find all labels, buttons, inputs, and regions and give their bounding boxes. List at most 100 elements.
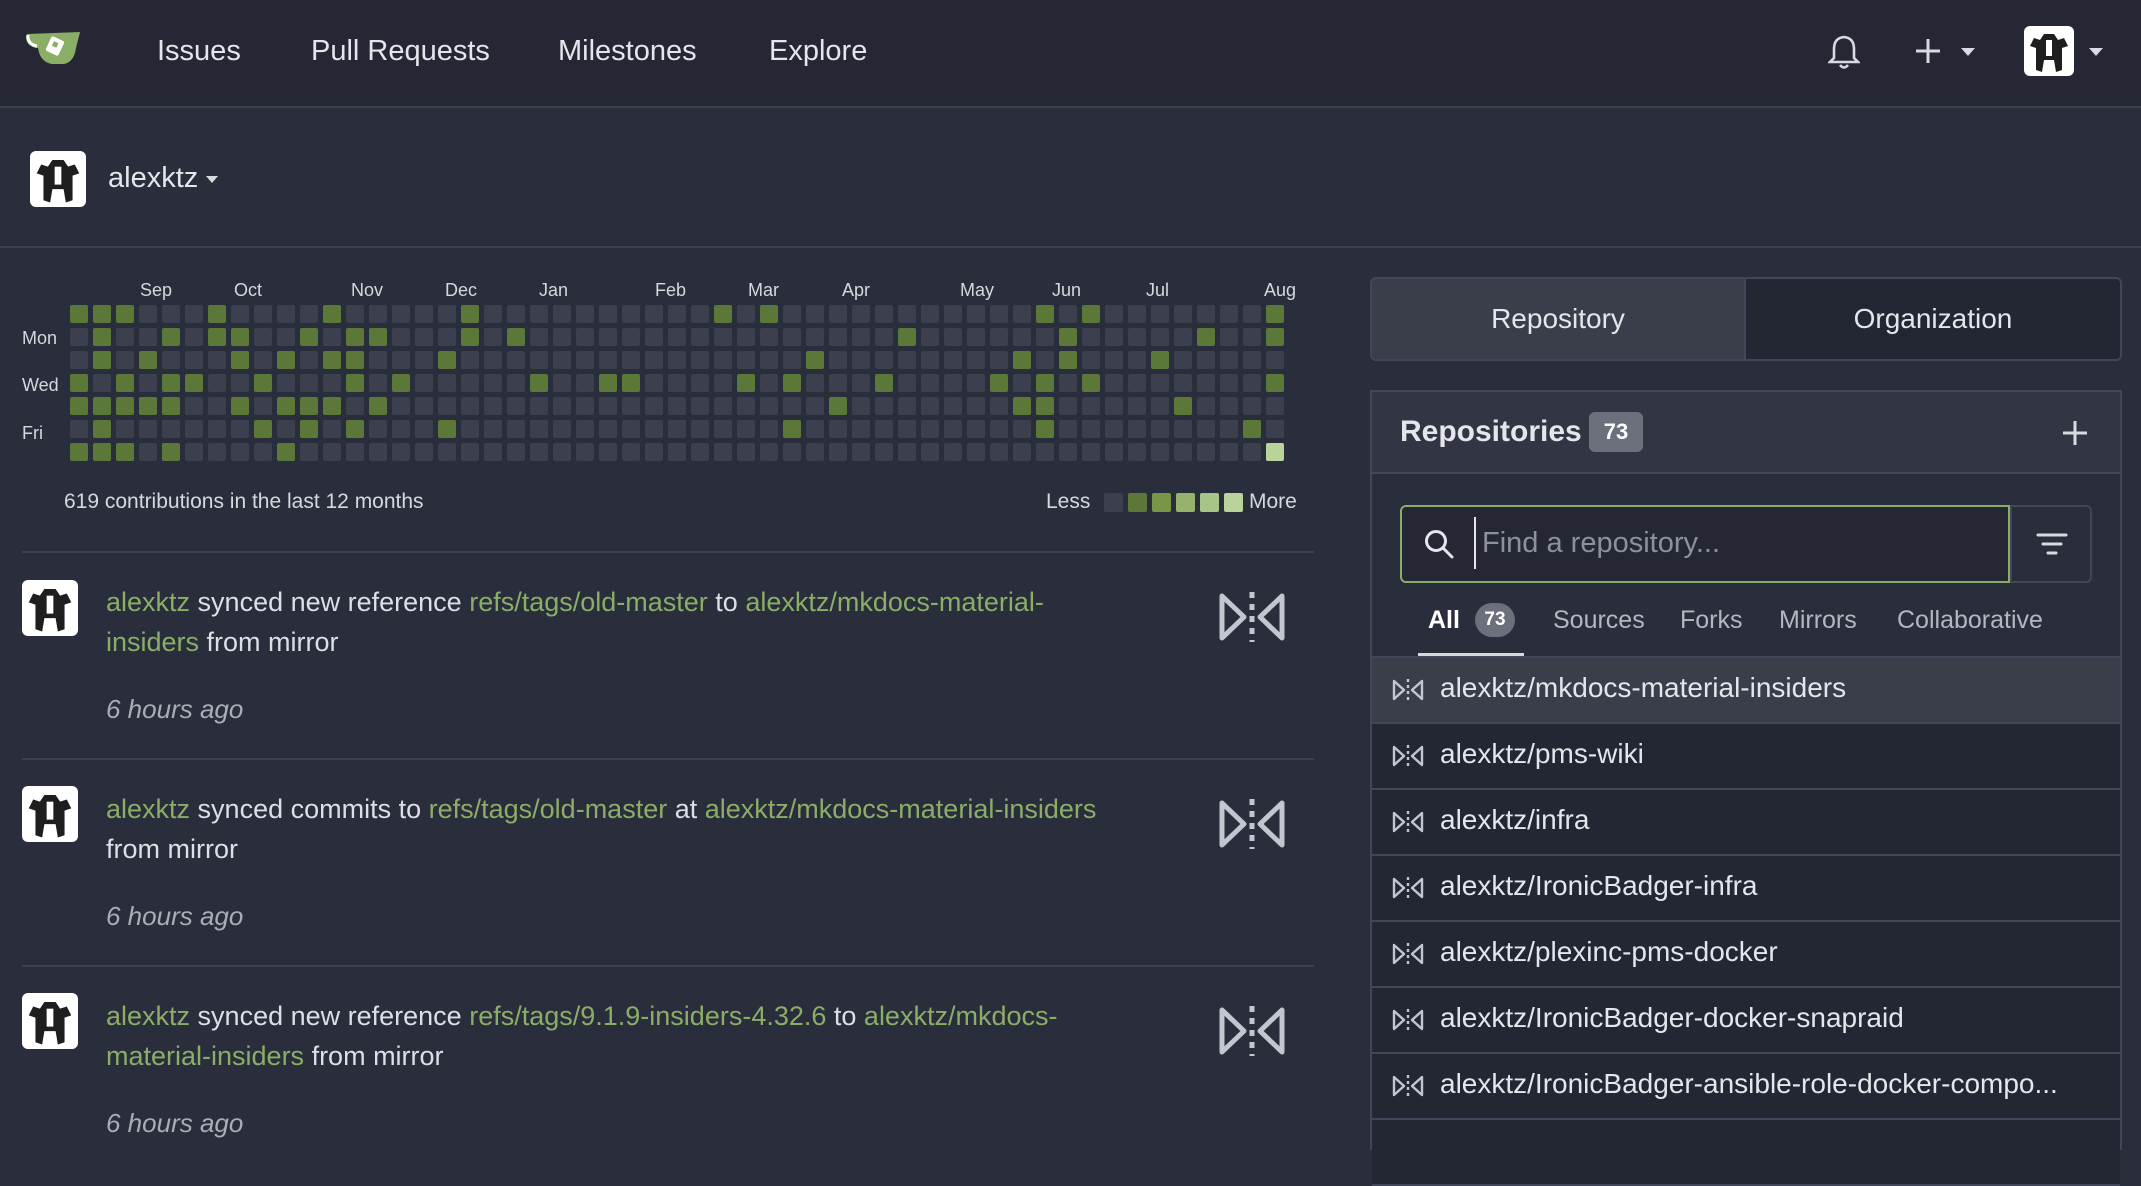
feed-actor-link[interactable]: alexktz — [106, 1001, 190, 1031]
heatmap-cell — [185, 397, 203, 415]
heatmap-cell — [875, 305, 893, 323]
tab-organization[interactable]: Organization — [1744, 277, 2122, 361]
filter-tab-mirrors[interactable]: Mirrors — [1779, 606, 1857, 635]
heatmap-cell — [1174, 374, 1192, 392]
feed-timestamp: 6 hours ago — [106, 901, 244, 931]
filter-tab-all[interactable]: All — [1428, 606, 1460, 635]
heatmap-cell — [1036, 305, 1054, 323]
badger-avatar-icon — [28, 794, 72, 838]
feed-actor-link[interactable]: alexktz — [106, 587, 190, 617]
repo-name-link[interactable]: alexktz/IronicBadger-docker-snapraid — [1440, 1002, 2100, 1034]
repo-list-item[interactable]: alexktz/mkdocs-material-insiders — [1372, 658, 2120, 724]
repo-search-input[interactable] — [1474, 517, 1994, 569]
heatmap-cell — [714, 305, 732, 323]
filter-tab-sources[interactable]: Sources — [1553, 606, 1645, 635]
heatmap-cell — [599, 397, 617, 415]
feed-ref-link[interactable]: refs/tags/old-master — [469, 587, 708, 617]
heatmap-cell — [438, 351, 456, 369]
repo-list-item[interactable]: alexktz/infra — [1372, 790, 2120, 856]
repo-list-item[interactable]: alexktz/pms-wiki — [1372, 724, 2120, 790]
repo-list-item[interactable]: alexktz/IronicBadger-ansible-role-docker… — [1372, 1054, 2120, 1120]
heatmap-cell — [116, 420, 134, 438]
heatmap-cell — [553, 351, 571, 369]
heatmap-cell — [346, 351, 364, 369]
repo-name-link[interactable]: alexktz/mkdocs-material-insiders — [1440, 672, 2100, 704]
feed-repo-link[interactable]: alexktz/mkdocs-material-insiders — [705, 794, 1097, 824]
feed-avatar[interactable] — [22, 786, 78, 842]
context-switcher-username[interactable]: alexktz — [108, 162, 198, 195]
heatmap-cell — [162, 328, 180, 346]
user-avatar[interactable] — [2024, 26, 2074, 76]
repo-name-link[interactable]: alexktz/IronicBadger-infra — [1440, 870, 2100, 902]
bell-icon[interactable] — [1828, 34, 1860, 70]
heatmap-month-label: May — [960, 280, 995, 300]
repo-list-item[interactable]: alexktz/plexinc-pms-docker — [1372, 922, 2120, 988]
heatmap-cell — [806, 397, 824, 415]
heatmap-cell — [737, 443, 755, 461]
heatmap-day-label: Wed — [22, 375, 59, 395]
heatmap-cell — [1197, 305, 1215, 323]
tab-repository[interactable]: Repository — [1370, 277, 1746, 361]
heatmap-cell — [829, 397, 847, 415]
heatmap-cell — [783, 397, 801, 415]
context-avatar[interactable] — [30, 151, 86, 207]
gitea-logo-icon[interactable] — [24, 26, 86, 68]
nav-pull-requests[interactable]: Pull Requests — [311, 33, 490, 69]
heatmap-cell — [599, 374, 617, 392]
feed-actor-link[interactable]: alexktz — [106, 794, 190, 824]
heatmap-cell — [967, 328, 985, 346]
repo-list-item[interactable]: alexktz/IronicBadger-infra — [1372, 856, 2120, 922]
repo-name-link[interactable]: alexktz/infra — [1440, 804, 2100, 836]
repo-name-link[interactable]: alexktz/IronicBadger-ansible-role-docker… — [1440, 1068, 2100, 1100]
heatmap-cell — [990, 443, 1008, 461]
filter-tab-forks[interactable]: Forks — [1680, 606, 1743, 635]
chevron-down-icon[interactable] — [206, 176, 218, 183]
heatmap-cell — [737, 397, 755, 415]
heatmap-cell — [277, 397, 295, 415]
heatmap-month-label: Apr — [842, 280, 871, 300]
heatmap-cell — [507, 420, 525, 438]
feed-divider — [22, 551, 1314, 553]
heatmap-cell — [944, 328, 962, 346]
chevron-down-icon[interactable] — [1961, 48, 1975, 56]
heatmap-cell — [369, 420, 387, 438]
repo-name-link[interactable]: alexktz/pms-wiki — [1440, 738, 2100, 770]
heatmap-cell — [254, 305, 272, 323]
heatmap-cell — [553, 328, 571, 346]
heatmap-cell — [599, 305, 617, 323]
heatmap-cell — [116, 374, 134, 392]
heatmap-cell — [645, 420, 663, 438]
nav-explore[interactable]: Explore — [769, 33, 867, 69]
heatmap-cell — [553, 443, 571, 461]
heatmap-cell — [1036, 397, 1054, 415]
repo-list-item[interactable] — [1372, 1120, 2120, 1186]
add-repository-icon[interactable] — [2062, 420, 2088, 446]
heatmap-cell — [93, 397, 111, 415]
heatmap-cell — [484, 374, 502, 392]
heatmap-cell — [829, 420, 847, 438]
repo-name-link[interactable]: alexktz/plexinc-pms-docker — [1440, 936, 2100, 968]
heatmap-cell — [185, 305, 203, 323]
feed-ref-link[interactable]: refs/tags/9.1.9-insiders-4.32.6 — [469, 1001, 826, 1031]
heatmap-cell — [921, 328, 939, 346]
heatmap-cell — [1266, 443, 1284, 461]
heatmap-cell — [1059, 397, 1077, 415]
filter-button[interactable] — [2010, 505, 2092, 583]
heatmap-cell — [254, 443, 272, 461]
feed-avatar[interactable] — [22, 580, 78, 636]
feed-avatar[interactable] — [22, 993, 78, 1049]
heatmap-cell — [645, 305, 663, 323]
nav-milestones[interactable]: Milestones — [558, 33, 697, 69]
heatmap-month-label: Feb — [655, 280, 687, 300]
repo-list-item[interactable]: alexktz/IronicBadger-docker-snapraid — [1372, 988, 2120, 1054]
heatmap-cell — [415, 328, 433, 346]
nav-issues[interactable]: Issues — [157, 33, 241, 69]
plus-icon[interactable] — [1915, 38, 1941, 64]
filter-tab-collaborative[interactable]: Collaborative — [1897, 606, 2043, 635]
heatmap-cell — [185, 351, 203, 369]
heatmap-cell — [208, 374, 226, 392]
heatmap-cell — [944, 420, 962, 438]
heatmap-month-label: Dec — [445, 280, 478, 300]
feed-ref-link[interactable]: refs/tags/old-master — [429, 794, 668, 824]
chevron-down-icon[interactable] — [2089, 48, 2103, 56]
